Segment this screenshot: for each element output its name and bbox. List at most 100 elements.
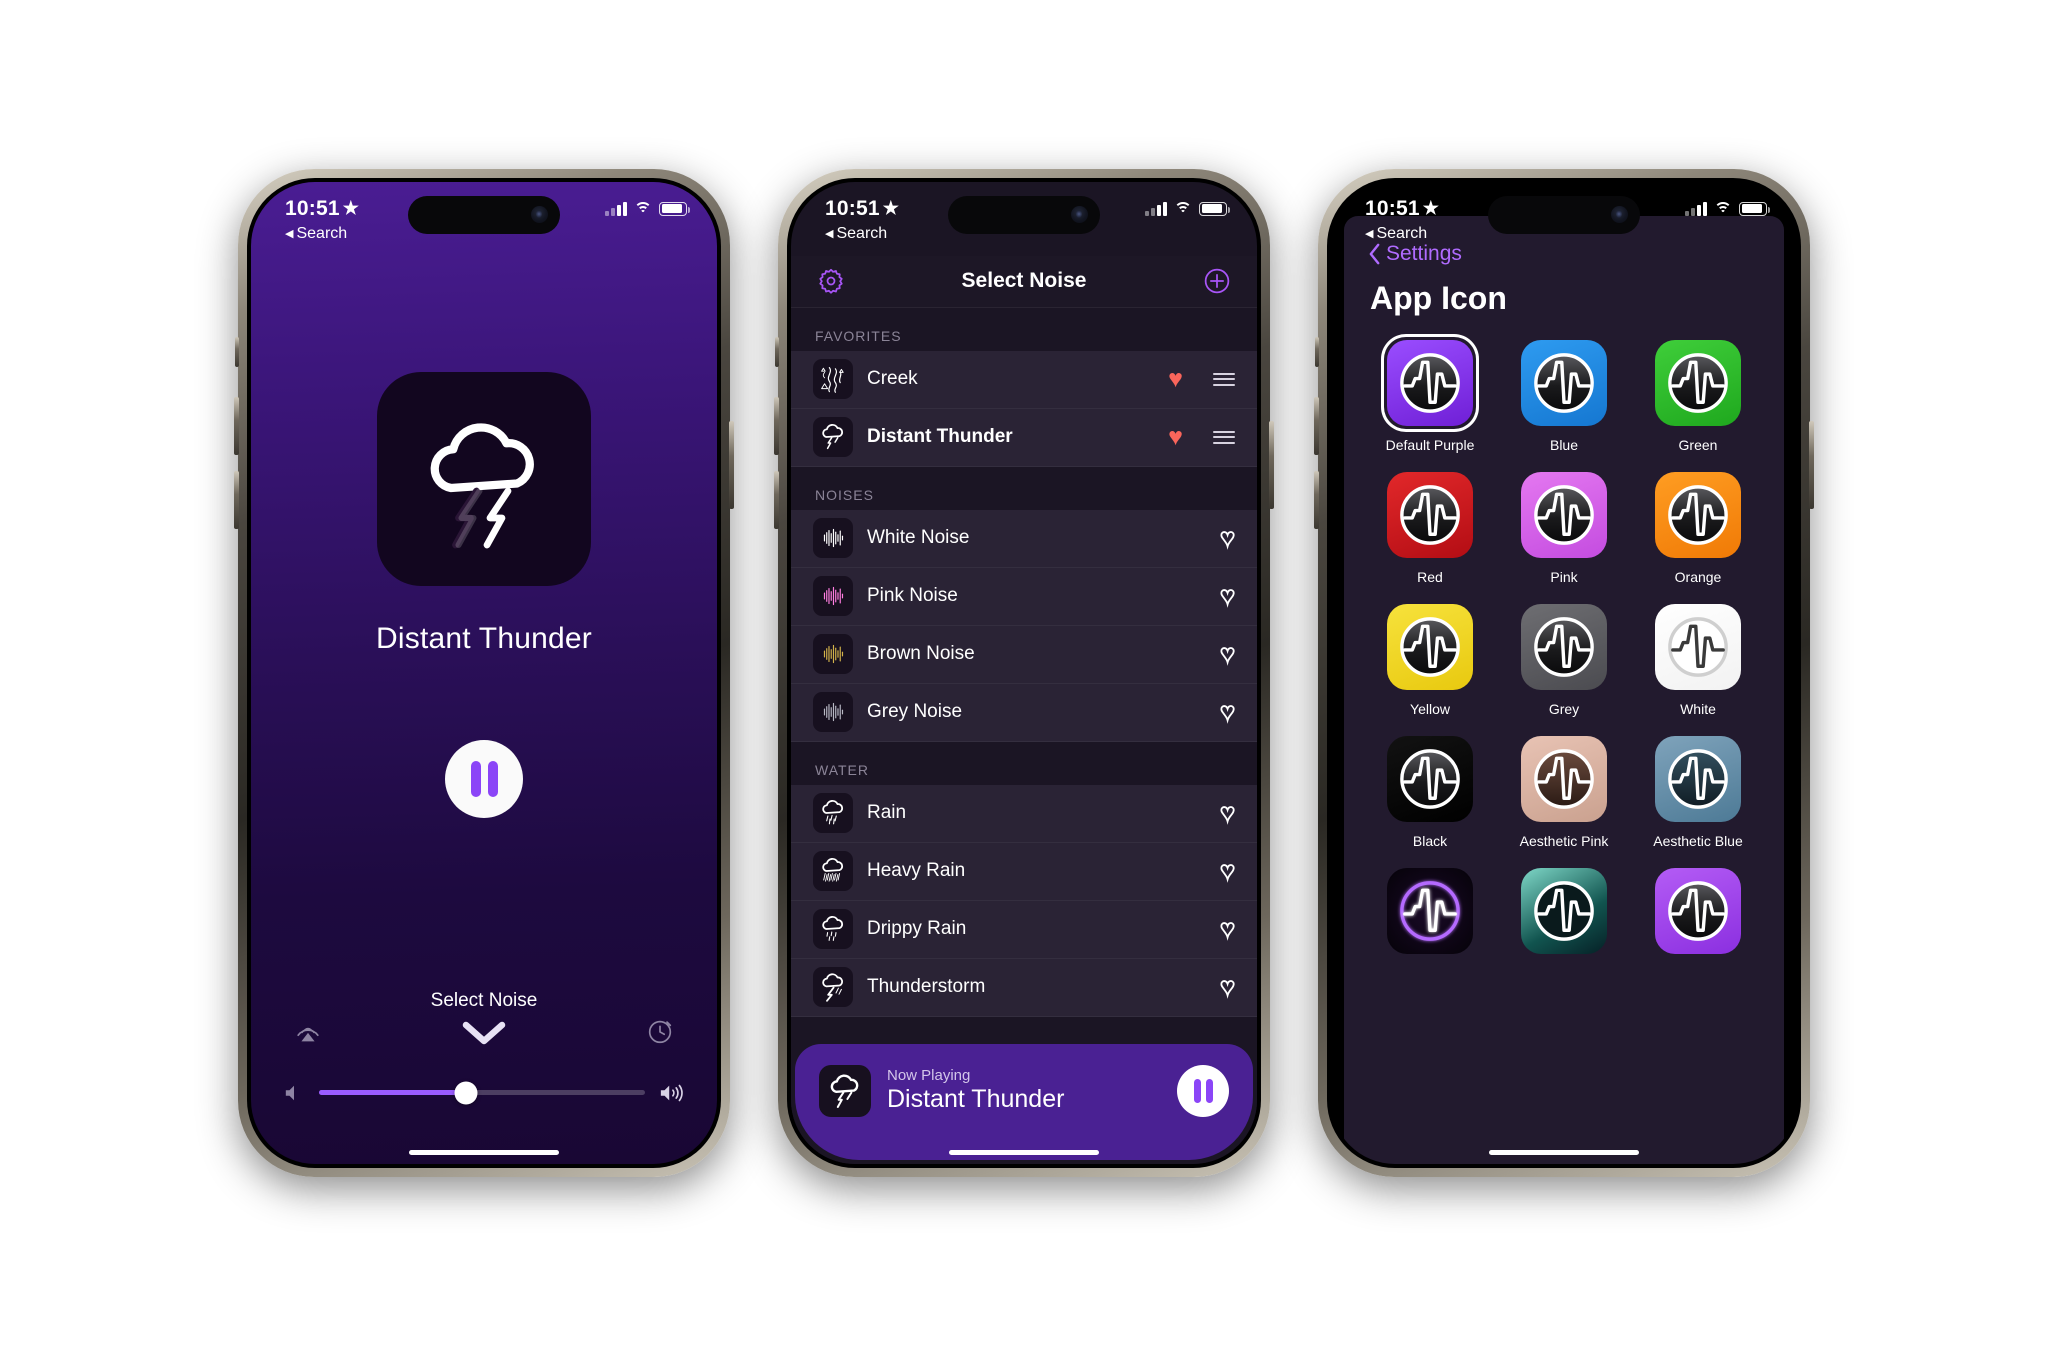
heart-outline-icon[interactable]: ♥ — [1219, 915, 1236, 942]
app-icon-tile-wrap[interactable] — [1652, 337, 1744, 429]
app-icon-tile[interactable] — [1655, 735, 1741, 822]
app-icon-tile-wrap[interactable] — [1518, 469, 1610, 561]
noise-list-item[interactable]: Grey Noise ♥ — [791, 683, 1257, 742]
volume-slider-row[interactable] — [251, 1081, 717, 1104]
heart-outline-icon[interactable]: ♥ — [1219, 973, 1236, 1000]
volume-down-button[interactable] — [774, 470, 779, 529]
app-icon-tile-wrap[interactable] — [1518, 601, 1610, 693]
mute-switch[interactable] — [235, 336, 239, 367]
app-icon-tile-wrap[interactable] — [1652, 865, 1744, 957]
noise-list-item[interactable]: White Noise ♥ — [791, 509, 1257, 568]
app-icon-option[interactable]: Aesthetic Blue — [1634, 733, 1762, 849]
app-icon-selected[interactable] — [1384, 337, 1476, 429]
app-icon-tile-wrap[interactable] — [1384, 865, 1476, 957]
noise-list-item[interactable]: Heavy Rain ♥ — [791, 842, 1257, 901]
volume-down-button[interactable] — [234, 470, 239, 529]
app-icon-tile-wrap[interactable] — [1652, 601, 1744, 693]
app-icon-option[interactable]: Yellow — [1366, 601, 1494, 717]
app-icon-tile[interactable] — [1387, 735, 1473, 822]
app-icon-option[interactable]: Grey — [1500, 601, 1628, 717]
back-to-search-link[interactable]: ◀ Search — [1365, 225, 1427, 243]
app-icon-tile[interactable] — [1521, 471, 1607, 558]
noise-list-item[interactable]: Brown Noise ♥ — [791, 625, 1257, 684]
app-icon-option[interactable]: Red — [1366, 469, 1494, 585]
now-playing-bar[interactable]: Now Playing Distant Thunder — [795, 1043, 1253, 1160]
volume-up-button[interactable] — [774, 396, 779, 455]
volume-slider[interactable] — [319, 1081, 645, 1104]
app-icon-option[interactable]: White — [1634, 601, 1762, 717]
app-icon-option[interactable]: Black — [1366, 733, 1494, 849]
noise-list-item[interactable]: Pink Noise ♥ — [791, 567, 1257, 626]
noise-list-item[interactable]: Distant Thunder ♥ — [791, 408, 1257, 467]
noise-list-item[interactable]: Rain ♥ — [791, 784, 1257, 843]
app-icon-tile[interactable] — [1521, 867, 1607, 954]
volume-up-button[interactable] — [234, 396, 239, 455]
app-icon-tile[interactable] — [1655, 867, 1741, 954]
app-icon-option[interactable] — [1366, 865, 1494, 965]
app-icon-option[interactable] — [1634, 865, 1762, 965]
select-noise-label[interactable]: Select Noise — [431, 990, 538, 1012]
heart-outline-icon[interactable]: ♥ — [1219, 640, 1236, 667]
app-icon-tile-wrap[interactable] — [1518, 865, 1610, 957]
reorder-handle-icon[interactable] — [1213, 372, 1235, 386]
home-indicator[interactable] — [409, 1149, 559, 1155]
back-to-search-link[interactable]: ◀ Search — [285, 225, 347, 243]
app-icon-option[interactable]: Pink — [1500, 469, 1628, 585]
noise-list-item[interactable]: Drippy Rain ♥ — [791, 900, 1257, 959]
reorder-handle-icon[interactable] — [1213, 430, 1235, 444]
app-icon-tile-wrap[interactable] — [1384, 469, 1476, 561]
volume-up-button[interactable] — [1314, 396, 1319, 455]
volume-down-button[interactable] — [1314, 470, 1319, 529]
app-icon-tile[interactable] — [1387, 603, 1473, 690]
heart-outline-icon[interactable]: ♥ — [1219, 582, 1236, 609]
gear-icon[interactable] — [817, 267, 845, 295]
app-icon-tile[interactable] — [1387, 471, 1473, 558]
mute-switch[interactable] — [775, 336, 779, 367]
app-icon-tile[interactable] — [1655, 339, 1741, 426]
heart-outline-icon[interactable]: ♥ — [1219, 698, 1236, 725]
heart-filled-icon[interactable]: ♥ — [1168, 366, 1183, 392]
noise-list-item[interactable]: Thunderstorm ♥ — [791, 958, 1257, 1017]
airplay-icon[interactable] — [293, 1016, 323, 1046]
app-icon-tile-wrap[interactable] — [1652, 733, 1744, 825]
back-to-search-link[interactable]: ◀ Search — [825, 225, 887, 243]
home-indicator[interactable] — [949, 1149, 1099, 1155]
app-icon-option[interactable] — [1500, 865, 1628, 965]
noise-list[interactable]: FAVORITES Creek ♥ Distant Thunder ♥ NOISES W… — [791, 307, 1257, 1164]
heart-filled-icon[interactable]: ♥ — [1168, 424, 1183, 450]
noise-list-item[interactable]: Creek ♥ — [791, 350, 1257, 409]
app-icon-tile[interactable] — [1521, 339, 1607, 426]
app-icon-tile-wrap[interactable] — [1384, 733, 1476, 825]
app-icon-tile[interactable] — [1655, 603, 1741, 690]
volume-slider-knob[interactable] — [454, 1081, 478, 1104]
plus-circle-icon[interactable] — [1203, 267, 1231, 295]
mute-switch[interactable] — [1315, 336, 1319, 367]
pause-icon-bar-left — [1193, 1078, 1201, 1103]
app-icon-tile[interactable] — [1387, 339, 1473, 426]
power-button[interactable] — [1809, 420, 1814, 509]
app-icon-option[interactable]: Orange — [1634, 469, 1762, 585]
app-icon-tile[interactable] — [1521, 603, 1607, 690]
power-button[interactable] — [729, 420, 734, 509]
app-icon-tile-wrap[interactable] — [1652, 469, 1744, 561]
app-icon-grid[interactable]: Default Purple Blue Green Red Pink Orang… — [1344, 337, 1784, 965]
app-icon-option[interactable]: Default Purple — [1366, 337, 1494, 453]
app-icon-option[interactable]: Aesthetic Pink — [1500, 733, 1628, 849]
status-time-text: 10:51 — [1365, 196, 1420, 220]
heart-outline-icon[interactable]: ♥ — [1219, 799, 1236, 826]
play-pause-button[interactable] — [445, 739, 523, 818]
app-icon-tile-wrap[interactable] — [1384, 601, 1476, 693]
app-icon-tile[interactable] — [1387, 867, 1473, 954]
app-icon-option[interactable]: Blue — [1500, 337, 1628, 453]
app-icon-tile[interactable] — [1521, 735, 1607, 822]
app-icon-tile-wrap[interactable] — [1518, 733, 1610, 825]
heart-outline-icon[interactable]: ♥ — [1219, 524, 1236, 551]
home-indicator[interactable] — [1489, 1149, 1639, 1155]
power-button[interactable] — [1269, 420, 1274, 509]
now-playing-pause-button[interactable] — [1177, 1064, 1229, 1117]
app-icon-option[interactable]: Green — [1634, 337, 1762, 453]
timer-icon[interactable] — [645, 1016, 675, 1046]
app-icon-tile[interactable] — [1655, 471, 1741, 558]
app-icon-tile-wrap[interactable] — [1518, 337, 1610, 429]
heart-outline-icon[interactable]: ♥ — [1219, 857, 1236, 884]
